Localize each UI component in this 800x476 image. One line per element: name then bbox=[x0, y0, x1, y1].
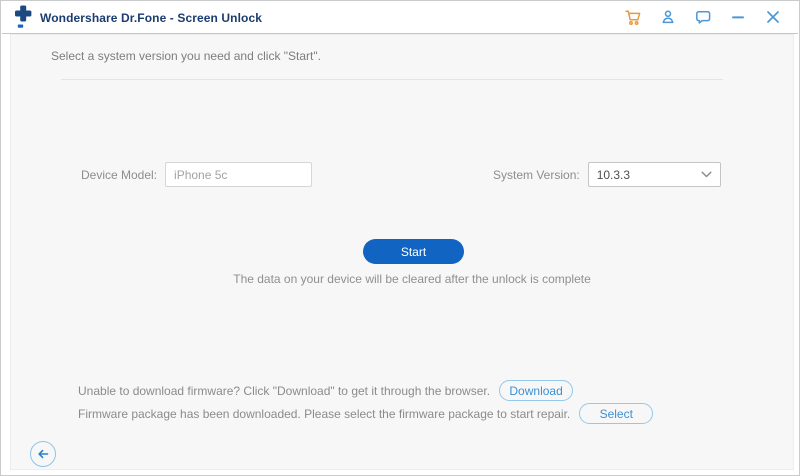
instruction-heading: Select a system version you need and cli… bbox=[51, 49, 321, 63]
cart-icon[interactable] bbox=[624, 8, 642, 26]
heading-divider bbox=[61, 79, 723, 80]
device-model-field: Device Model: bbox=[81, 162, 312, 187]
app-window: Wondershare Dr.Fone - Screen Unlock bbox=[0, 0, 800, 476]
system-version-field: System Version: 10.3.3 bbox=[493, 162, 721, 187]
system-version-label: System Version: bbox=[493, 168, 580, 182]
back-button[interactable] bbox=[30, 441, 56, 467]
close-icon[interactable] bbox=[764, 8, 782, 26]
arrow-left-icon bbox=[36, 447, 50, 461]
chevron-down-icon bbox=[701, 171, 712, 178]
titlebar-buttons bbox=[624, 1, 782, 33]
firmware-select-row: Firmware package has been downloaded. Pl… bbox=[78, 403, 653, 424]
download-button[interactable]: Download bbox=[499, 380, 573, 401]
feedback-icon[interactable] bbox=[694, 8, 712, 26]
drfone-logo-icon bbox=[12, 5, 34, 31]
firmware-select-text: Firmware package has been downloaded. Pl… bbox=[78, 407, 570, 421]
firmware-download-row: Unable to download firmware? Click "Down… bbox=[78, 380, 573, 401]
account-icon[interactable] bbox=[659, 8, 677, 26]
firmware-download-text: Unable to download firmware? Click "Down… bbox=[78, 384, 490, 398]
system-version-value: 10.3.3 bbox=[597, 168, 630, 182]
system-version-select[interactable]: 10.3.3 bbox=[588, 162, 721, 187]
minimize-icon[interactable] bbox=[729, 8, 747, 26]
window-title: Wondershare Dr.Fone - Screen Unlock bbox=[40, 11, 262, 25]
select-button[interactable]: Select bbox=[579, 403, 653, 424]
titlebar: Wondershare Dr.Fone - Screen Unlock bbox=[2, 1, 798, 34]
main-panel: Select a system version you need and cli… bbox=[10, 34, 794, 470]
device-model-label: Device Model: bbox=[81, 168, 157, 182]
data-cleared-note: The data on your device will be cleared … bbox=[31, 272, 793, 286]
start-button[interactable]: Start bbox=[363, 239, 464, 264]
device-model-input[interactable] bbox=[165, 162, 312, 187]
